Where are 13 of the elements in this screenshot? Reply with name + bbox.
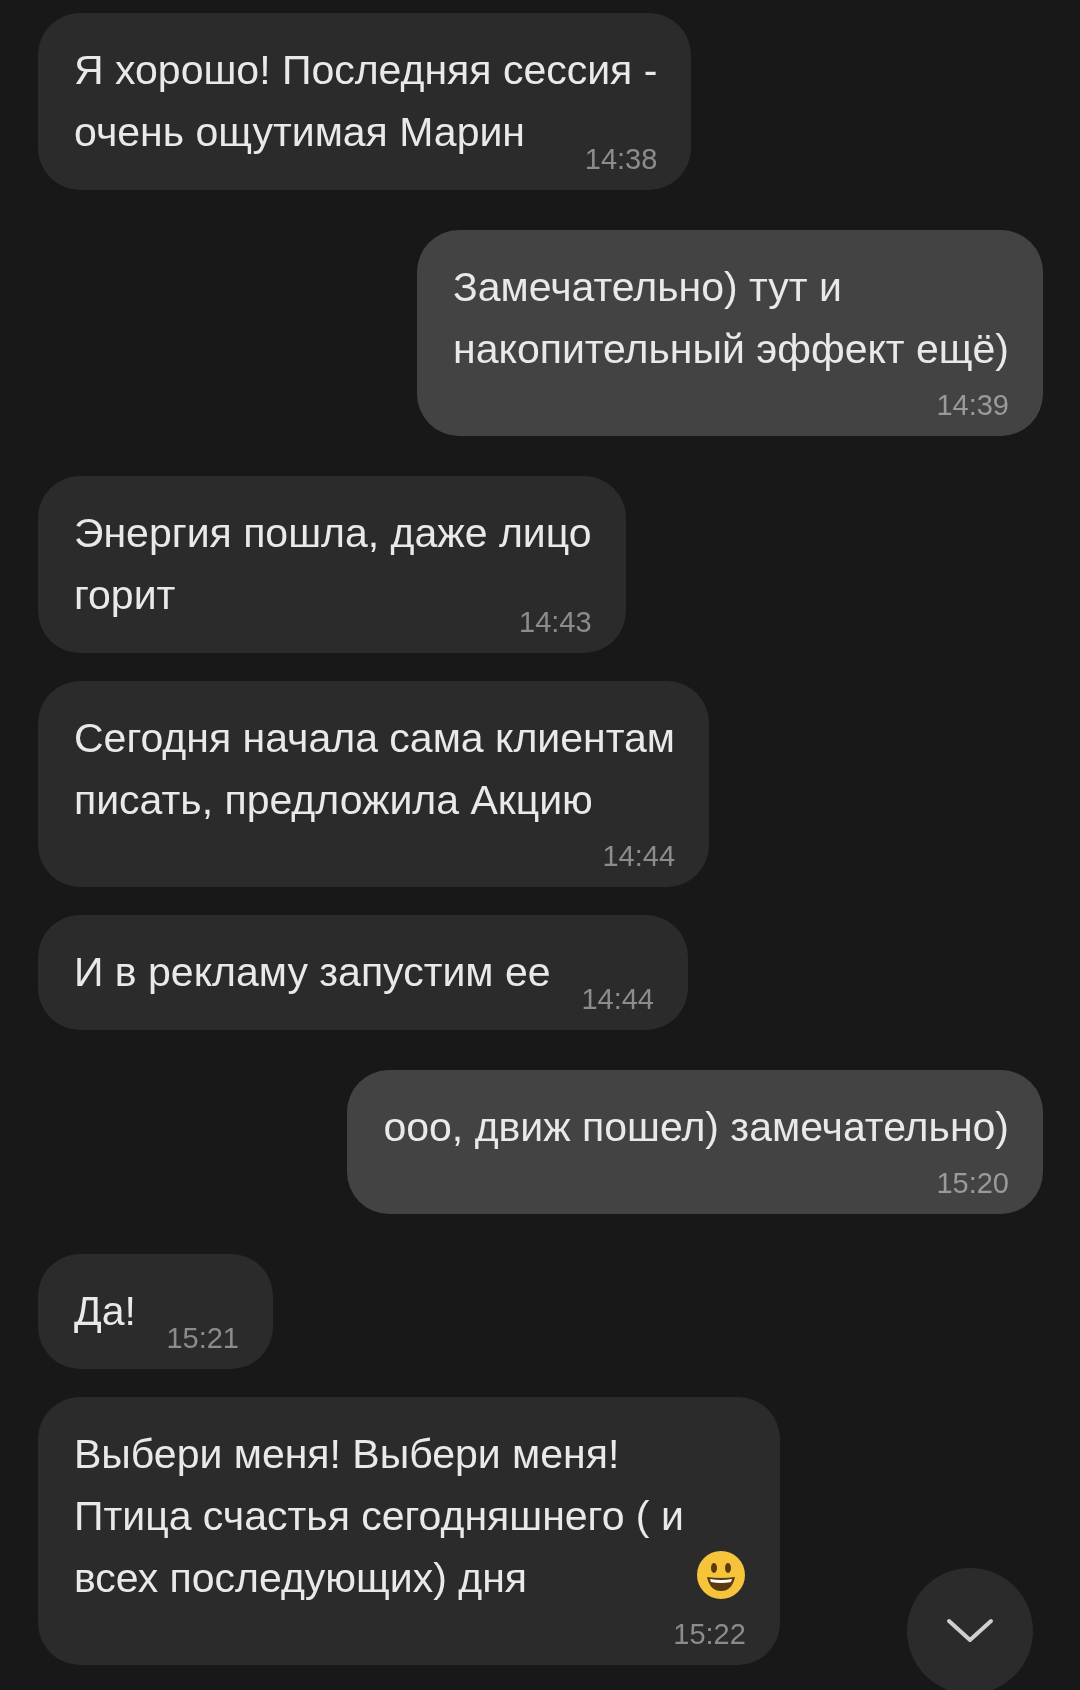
message-time: 14:44 xyxy=(602,839,675,873)
message-time: 15:22 xyxy=(673,1617,746,1651)
message-text: Сегодня начала сама клиентам писать, предложила Акцию xyxy=(74,715,675,823)
message-text: Да! xyxy=(74,1288,136,1334)
message-text: И в рекламу запустим ее xyxy=(74,949,551,995)
message-text: Выбери меня! Выбери меня! Птица счастья сегодняшнего ( и всех последующих) дня xyxy=(74,1430,684,1603)
chevron-down-icon xyxy=(946,1618,994,1644)
message-time: 14:39 xyxy=(936,388,1009,422)
message-time: 15:20 xyxy=(936,1166,1009,1200)
message-text: Замечательно) тут и накопительный эффект ещё) xyxy=(453,264,1009,372)
message-text: ооо, движ пошел) замечательно) xyxy=(383,1104,1009,1150)
message-time: 15:21 xyxy=(166,1321,239,1355)
message-time: 14:44 xyxy=(581,982,654,1016)
